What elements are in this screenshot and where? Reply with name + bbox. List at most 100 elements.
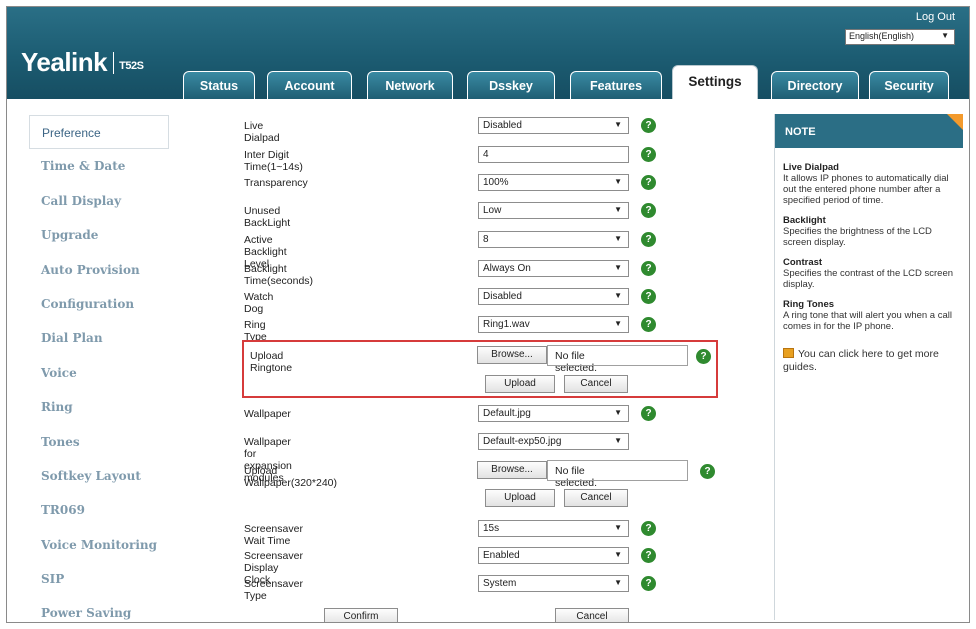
- chevron-down-icon: ▼: [614, 436, 622, 445]
- wallpaper-file-input[interactable]: [547, 460, 688, 481]
- chevron-down-icon: ▼: [614, 120, 622, 129]
- model-name: T52S: [119, 60, 144, 72]
- sidebar-item-upgrade[interactable]: Upgrade: [29, 218, 169, 252]
- screensaver-clock-select[interactable]: Enabled ▼: [478, 547, 629, 564]
- backlight-time-label: Backlight Time(seconds): [244, 263, 314, 287]
- chevron-down-icon: ▼: [614, 177, 622, 186]
- note-title: NOTE: [785, 126, 816, 138]
- wallpaper-select[interactable]: Default.jpg ▼: [478, 405, 629, 422]
- wallpaper-value: Default.jpg: [483, 408, 531, 419]
- sidebar-item-preference[interactable]: Preference: [29, 115, 169, 150]
- screensaver-type-value: System: [483, 578, 517, 589]
- help-icon[interactable]: ?: [641, 118, 656, 133]
- ringtone-file-input[interactable]: [547, 345, 688, 366]
- note-header: NOTE: [775, 114, 963, 148]
- help-icon[interactable]: ?: [700, 464, 715, 479]
- note-section-text: It allows IP phones to automatically dia…: [783, 173, 949, 206]
- screensaver-wait-select[interactable]: 15s ▼: [478, 520, 629, 537]
- tab-directory[interactable]: Directory: [771, 71, 859, 99]
- unused-backlight-label: Unused BackLight: [244, 205, 291, 229]
- guide-link[interactable]: You can click here to get more guides.: [783, 348, 955, 374]
- sidebar-item-sip[interactable]: SIP: [29, 562, 169, 596]
- active-backlight-value: 8: [483, 234, 489, 245]
- help-icon[interactable]: ?: [696, 349, 711, 364]
- language-value: English(English): [849, 31, 915, 41]
- tab-account[interactable]: Account: [267, 71, 352, 99]
- chevron-down-icon: ▼: [614, 550, 622, 559]
- sidebar-item-voice-monitoring[interactable]: Voice Monitoring: [29, 528, 169, 562]
- help-icon[interactable]: ?: [641, 521, 656, 536]
- unused-backlight-value: Low: [483, 205, 502, 216]
- chevron-down-icon: ▼: [614, 578, 622, 587]
- logout-link[interactable]: Log Out: [916, 11, 955, 23]
- sidebar-item-time-date[interactable]: Time & Date: [29, 149, 169, 183]
- chevron-down-icon: ▼: [614, 205, 622, 214]
- live-dialpad-value: Disabled: [483, 120, 522, 131]
- help-icon[interactable]: ?: [641, 147, 656, 162]
- screensaver-type-select[interactable]: System ▼: [478, 575, 629, 592]
- cancel-button[interactable]: Cancel: [555, 608, 629, 622]
- note-panel: NOTE Live Dialpad It allows IP phones to…: [774, 114, 963, 620]
- inter-digit-label: Inter Digit Time(1~14s): [244, 149, 303, 173]
- upload-ringtone-button[interactable]: Upload: [485, 375, 555, 393]
- inter-digit-value: 4: [483, 149, 489, 160]
- sidebar-item-dial-plan[interactable]: Dial Plan: [29, 321, 169, 355]
- help-icon[interactable]: ?: [641, 175, 656, 190]
- wallpaper-expansion-value: Default-exp50.jpg: [483, 436, 562, 447]
- unused-backlight-select[interactable]: Low ▼: [478, 202, 629, 219]
- sidebar-item-call-display[interactable]: Call Display: [29, 184, 169, 218]
- sidebar-item-softkey-layout[interactable]: Softkey Layout: [29, 459, 169, 493]
- help-icon[interactable]: ?: [641, 317, 656, 332]
- tab-status[interactable]: Status: [183, 71, 255, 99]
- sidebar-item-tr069[interactable]: TR069: [29, 493, 169, 527]
- sidebar-item-auto-provision[interactable]: Auto Provision: [29, 253, 169, 287]
- wallpaper-expansion-select[interactable]: Default-exp50.jpg ▼: [478, 433, 629, 450]
- help-icon[interactable]: ?: [641, 203, 656, 218]
- chevron-down-icon: ▼: [614, 234, 622, 243]
- help-icon[interactable]: ?: [641, 406, 656, 421]
- tab-dsskey[interactable]: Dsskey: [467, 71, 555, 99]
- sidebar-item-power-saving[interactable]: Power Saving: [29, 596, 169, 622]
- tab-settings[interactable]: Settings: [672, 65, 758, 99]
- watch-dog-select[interactable]: Disabled ▼: [478, 288, 629, 305]
- language-select[interactable]: English(English) ▼: [845, 29, 955, 45]
- note-section-title: Backlight: [783, 215, 826, 226]
- confirm-button[interactable]: Confirm: [324, 608, 398, 622]
- sidebar-item-ring[interactable]: Ring: [29, 390, 169, 424]
- help-icon[interactable]: ?: [641, 548, 656, 563]
- upload-wallpaper-button[interactable]: Upload: [485, 489, 555, 507]
- backlight-time-select[interactable]: Always On ▼: [478, 260, 629, 277]
- note-section-text: A ring tone that will alert you when a c…: [783, 310, 952, 332]
- tab-features[interactable]: Features: [570, 71, 662, 99]
- transparency-value: 100%: [483, 177, 509, 188]
- note-section-text: Specifies the contrast of the LCD screen…: [783, 268, 954, 290]
- header-bar: Yealink T52S Log Out English(English) ▼ S…: [7, 7, 969, 99]
- cancel-wallpaper-button[interactable]: Cancel: [564, 489, 628, 507]
- live-dialpad-label: Live Dialpad: [244, 120, 280, 144]
- sidebar-item-voice[interactable]: Voice: [29, 356, 169, 390]
- help-icon[interactable]: ?: [641, 289, 656, 304]
- help-icon[interactable]: ?: [641, 261, 656, 276]
- tab-security[interactable]: Security: [869, 71, 949, 99]
- guide-text: You can click here to get more guides.: [783, 348, 939, 373]
- help-icon[interactable]: ?: [641, 576, 656, 591]
- ring-type-select[interactable]: Ring1.wav ▼: [478, 316, 629, 333]
- sidebar-item-tones[interactable]: Tones: [29, 425, 169, 459]
- cancel-ringtone-button[interactable]: Cancel: [564, 375, 628, 393]
- guide-book-icon: [783, 348, 794, 358]
- screensaver-wait-value: 15s: [483, 523, 500, 534]
- note-section-title: Live Dialpad: [783, 162, 839, 173]
- help-icon[interactable]: ?: [641, 232, 656, 247]
- transparency-select[interactable]: 100% ▼: [478, 174, 629, 191]
- active-backlight-select[interactable]: 8 ▼: [478, 231, 629, 248]
- upload-wallpaper-label: Upload Wallpaper(320*240): [244, 465, 337, 489]
- sidebar-item-configuration[interactable]: Configuration: [29, 287, 169, 321]
- screensaver-type-label: Screensaver Type: [244, 578, 303, 602]
- live-dialpad-select[interactable]: Disabled ▼: [478, 117, 629, 134]
- browse-ringtone-button[interactable]: Browse...: [477, 346, 547, 364]
- tab-network[interactable]: Network: [367, 71, 453, 99]
- brand-logo: Yealink T52S: [21, 47, 144, 78]
- browse-wallpaper-button[interactable]: Browse...: [477, 461, 547, 479]
- watch-dog-label: Watch Dog: [244, 291, 274, 315]
- inter-digit-input[interactable]: 4: [478, 146, 629, 163]
